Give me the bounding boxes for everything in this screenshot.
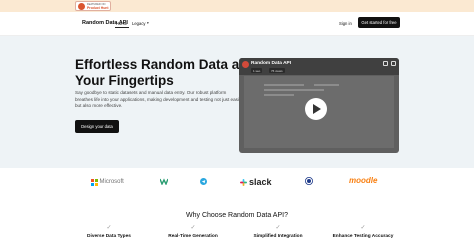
feature-item: ✓ Enhance Testing Accuracy xyxy=(328,224,398,241)
video-chip: 76 views xyxy=(269,68,285,73)
thumbnail-line xyxy=(314,84,339,86)
feature-label: Enhance Testing Accuracy xyxy=(332,234,394,239)
video-title[interactable]: Random Data API xyxy=(251,61,291,66)
nav-item-home[interactable]: Home xyxy=(116,21,127,26)
microsoft-grid-icon xyxy=(91,179,98,186)
microsoft-wordmark: Microsoft xyxy=(99,179,124,186)
sign-in-link[interactable]: Sign in xyxy=(339,21,352,26)
watch-later-icon[interactable] xyxy=(391,61,396,66)
wordpress-icon xyxy=(305,177,313,185)
feature-label: Simplified Integration xyxy=(253,234,303,239)
design-your-data-button[interactable]: Design your data xyxy=(75,120,119,133)
chevron-down-icon[interactable]: ▾ xyxy=(147,21,149,25)
product-hunt-badge[interactable]: FEATURED ON Product Hunt xyxy=(75,1,111,11)
channel-avatar[interactable] xyxy=(242,61,249,68)
video-header: Random Data API 1 seo 76 views xyxy=(239,58,399,75)
product-hunt-logo-icon xyxy=(78,2,85,10)
moodle-logo: moodle xyxy=(349,176,377,185)
check-icon: ✓ xyxy=(106,225,112,231)
hero-description: Say goodbye to static datasets and manua… xyxy=(75,90,245,109)
feature-label: Diverse Data Types xyxy=(87,234,131,239)
webflow-icon xyxy=(160,178,168,185)
get-started-button[interactable]: Get started for free xyxy=(358,17,400,28)
slack-icon xyxy=(240,178,247,186)
video-player[interactable]: Random Data API 1 seo 76 views xyxy=(239,58,399,153)
slack-wordmark: slack xyxy=(249,177,272,187)
partner-logos: Microsoft slack moodle xyxy=(0,168,474,196)
check-icon: ✓ xyxy=(190,225,196,231)
feature-item: ✓ Real-Time Generation xyxy=(163,224,223,241)
slack-logo: slack xyxy=(240,177,272,187)
feature-label: Real-Time Generation xyxy=(168,234,218,239)
hero-section: Effortless Random Data at Your Fingertip… xyxy=(0,36,474,168)
top-banner: FEATURED ON Product Hunt xyxy=(0,0,474,12)
telegram-logo xyxy=(200,178,207,185)
product-hunt-badge-bottom: Product Hunt xyxy=(87,5,109,10)
moodle-wordmark: moodle xyxy=(349,176,378,185)
feature-item: ✓ Diverse Data Types xyxy=(83,224,135,241)
thumbnail-line xyxy=(264,84,304,86)
nav-item-legacy[interactable]: Legacy xyxy=(132,21,146,26)
wordpress-logo xyxy=(305,177,313,185)
play-icon xyxy=(313,104,321,114)
microsoft-logo: Microsoft xyxy=(91,179,124,186)
share-icon[interactable] xyxy=(383,61,388,66)
nav-active-indicator xyxy=(115,27,129,28)
thumbnail-line xyxy=(264,94,294,96)
navbar: Random Data API Home Legacy ▾ Sign in Ge… xyxy=(0,12,474,36)
hero-title: Effortless Random Data at Your Fingertip… xyxy=(75,57,244,88)
telegram-icon xyxy=(200,178,207,185)
thumbnail-line xyxy=(264,89,324,91)
why-choose-title: Why Choose Random Data API? xyxy=(186,212,288,219)
check-icon: ✓ xyxy=(275,225,281,231)
product-hunt-badge-text: FEATURED ON Product Hunt xyxy=(87,3,108,10)
webflow-logo xyxy=(160,178,168,185)
play-button[interactable] xyxy=(305,98,327,120)
check-icon: ✓ xyxy=(360,225,366,231)
feature-item: ✓ Simplified Integration xyxy=(248,224,308,241)
video-chip: 1 seo xyxy=(251,68,263,73)
